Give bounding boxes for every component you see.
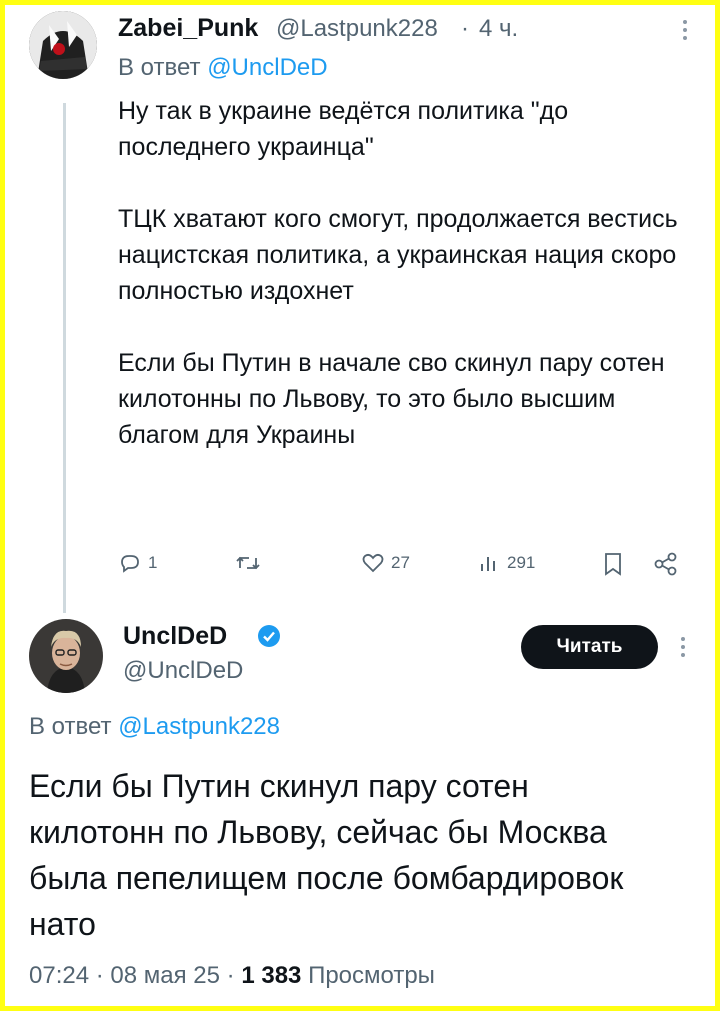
like-count: 27: [391, 553, 410, 572]
tweet2-reply-context: В ответ @Lastpunk228: [29, 713, 280, 741]
retweet-icon: [236, 556, 260, 570]
tweet1-more-icon[interactable]: [678, 19, 692, 41]
share-button[interactable]: [653, 551, 679, 582]
like-icon: [362, 553, 384, 573]
tweet2-meta-sep-1: ·: [95, 962, 104, 989]
tweet2-date[interactable]: 08 мая 25: [110, 962, 220, 989]
views-icon: [481, 557, 495, 571]
verified-icon: [257, 624, 281, 653]
reply-count: 1: [148, 553, 158, 572]
tweet1-time[interactable]: 4 ч.: [479, 15, 518, 43]
bookmark-button[interactable]: [602, 551, 624, 582]
tweet2-more-icon[interactable]: [680, 636, 686, 663]
tweet2-views-label[interactable]: Просмотры: [308, 962, 435, 989]
avatar-uncldeD[interactable]: [29, 619, 103, 693]
tweet2-reply-to-link[interactable]: @Lastpunk228: [118, 713, 280, 740]
tweet2-handle[interactable]: @UnclDeD: [123, 657, 243, 685]
tweet2-time[interactable]: 07:24: [29, 962, 89, 989]
tweet2-text: Если бы Путин скинул пару сотен килотонн…: [29, 768, 624, 942]
tweet2-reply-prefix: В ответ: [29, 713, 112, 740]
avatar-zabei-punk[interactable]: [29, 11, 97, 79]
views-count: 291: [507, 553, 536, 572]
thread-line: [63, 103, 66, 613]
tweet1-separator: ·: [461, 15, 469, 42]
tweet1-reply-to-link[interactable]: @UnclDeD: [207, 54, 327, 81]
retweet-button[interactable]: [235, 551, 267, 575]
tweet1-reply-context: В ответ @UnclDeD: [118, 54, 328, 82]
tweet1-handle[interactable]: @Lastpunk228: [276, 15, 438, 43]
tweet2-meta-sep-2: ·: [226, 962, 235, 989]
follow-button[interactable]: Читать: [521, 625, 658, 669]
reply-icon: [121, 555, 139, 573]
tweet2-meta: 07:24 · 08 мая 25 · 1 383 Просмотры: [29, 962, 435, 990]
bookmark-icon: [605, 553, 621, 576]
tweet1-text: Ну так в украине ведётся политика "до по…: [118, 97, 678, 449]
like-button[interactable]: 27: [361, 551, 410, 575]
tweet1-reply-prefix: В ответ: [118, 54, 201, 81]
tweet2-views-count: 1 383: [241, 962, 302, 989]
tweet2-display-name[interactable]: UnclDeD: [123, 622, 227, 651]
tweet-thread: Zabei_Punk @Lastpunk228 · 4 ч. В ответ @…: [5, 5, 715, 1006]
views-button[interactable]: 291: [479, 551, 535, 575]
reply-button[interactable]: 1: [118, 551, 157, 575]
tweet1-display-name[interactable]: Zabei_Punk: [118, 14, 258, 43]
share-icon: [654, 552, 677, 576]
